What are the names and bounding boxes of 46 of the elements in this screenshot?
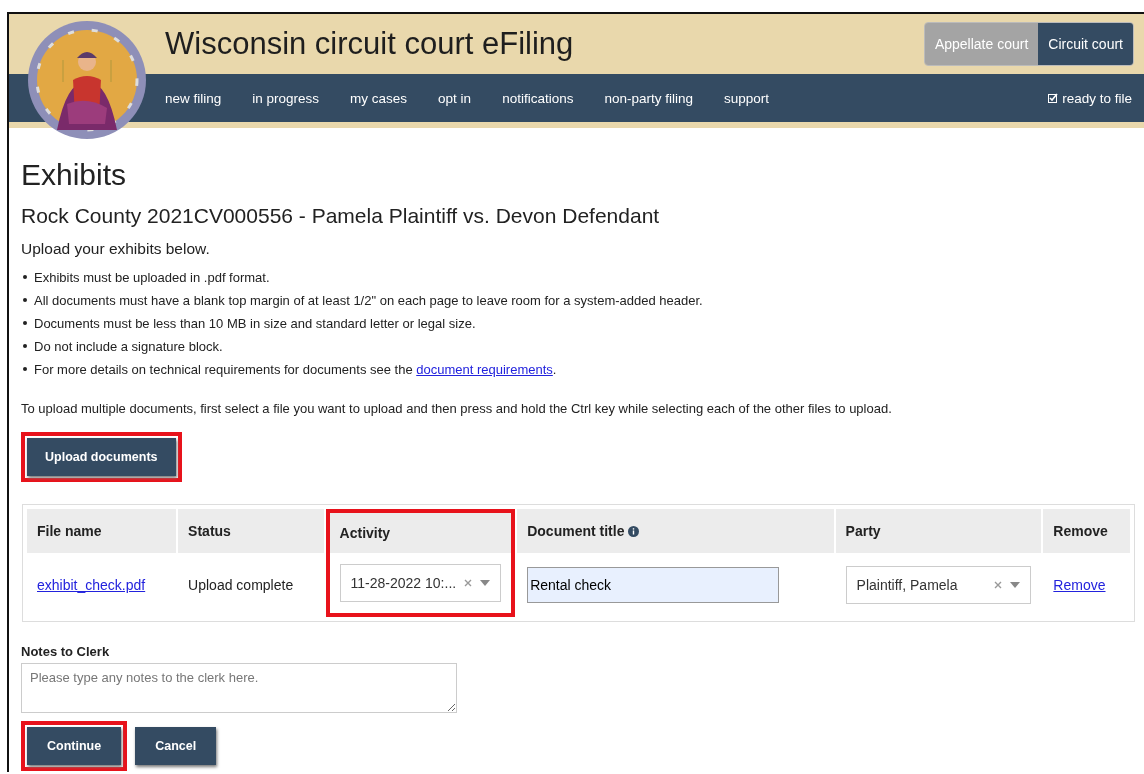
status-text: Upload complete — [188, 577, 294, 593]
nav-link[interactable]: support — [724, 90, 769, 106]
page-title: Exhibits — [21, 158, 128, 192]
cancel-button[interactable]: Cancel — [135, 727, 217, 765]
column-header: File name — [27, 509, 177, 553]
requirement-item: Exhibits must be uploaded in .pdf format. — [34, 269, 270, 287]
requirement-item: Do not include a signature block. — [34, 338, 223, 356]
bullet-icon — [23, 366, 27, 371]
notes-field[interactable]: Please type any notes to the clerk here. — [21, 663, 457, 713]
nav-link[interactable]: in progress — [252, 90, 320, 106]
column-header: Activity — [325, 509, 516, 553]
document-title-field[interactable]: Rental check — [527, 567, 780, 603]
caret-icon — [480, 580, 491, 586]
nav-link[interactable]: new filing — [165, 90, 222, 106]
nav-link[interactable]: opt in — [438, 90, 472, 106]
column-header: Party — [835, 509, 1042, 553]
requirement-item: For more details on technical requirements for documents see the document requirements. — [34, 361, 557, 379]
requirement-item: Documents must be less than 10 MB in size and standard letter or legal size. — [34, 315, 476, 333]
file-link[interactable]: exhibit_check.pdf — [37, 577, 146, 593]
requirement-item: All documents must have a blank top margin of at least 1/2" on each page to leave room for a system-added header. — [34, 292, 703, 310]
nav-link[interactable]: my cases — [350, 90, 408, 106]
bullet-icon — [23, 320, 27, 325]
nav-link[interactable]: non-party filing — [604, 90, 693, 106]
caret-icon — [1010, 582, 1021, 588]
ready-to-file-link[interactable]: ready to file — [1062, 90, 1132, 106]
column-header: Remove — [1043, 509, 1130, 553]
site-title: Wisconsin circuit court eFiling — [165, 26, 575, 62]
clear-icon[interactable] — [464, 579, 473, 587]
party-select[interactable]: Plaintiff, Pamela — [845, 566, 1032, 604]
bullet-icon — [23, 343, 27, 348]
upload-instructions: To upload multiple documents, first select a file you want to upload and then press and hold the Ctrl key while selecting each of the other files to upload. — [21, 401, 893, 416]
column-header: Status — [178, 509, 324, 553]
document-requirements-link[interactable]: document requirements — [416, 362, 553, 377]
intro-text: Upload your exhibits below. — [21, 240, 211, 258]
bullet-icon — [23, 274, 27, 279]
nav-link[interactable]: notifications — [502, 90, 574, 106]
continue-button[interactable]: Continue — [27, 727, 122, 765]
notes-label: Notes to Clerk — [21, 644, 111, 659]
remove-link[interactable]: Remove — [1053, 577, 1106, 593]
upload-documents-button[interactable]: Upload documents — [27, 438, 176, 476]
court-tab[interactable]: Circuit court — [1038, 23, 1133, 65]
column-header: Document title — [517, 509, 834, 553]
case-title: Rock County 2021CV000556 - Pamela Plaintiff vs. Devon Defendant — [21, 204, 661, 228]
bullet-icon — [23, 297, 27, 302]
clear-icon[interactable] — [994, 581, 1003, 589]
activity-select[interactable]: 11-28-2022 10:... — [339, 564, 502, 602]
